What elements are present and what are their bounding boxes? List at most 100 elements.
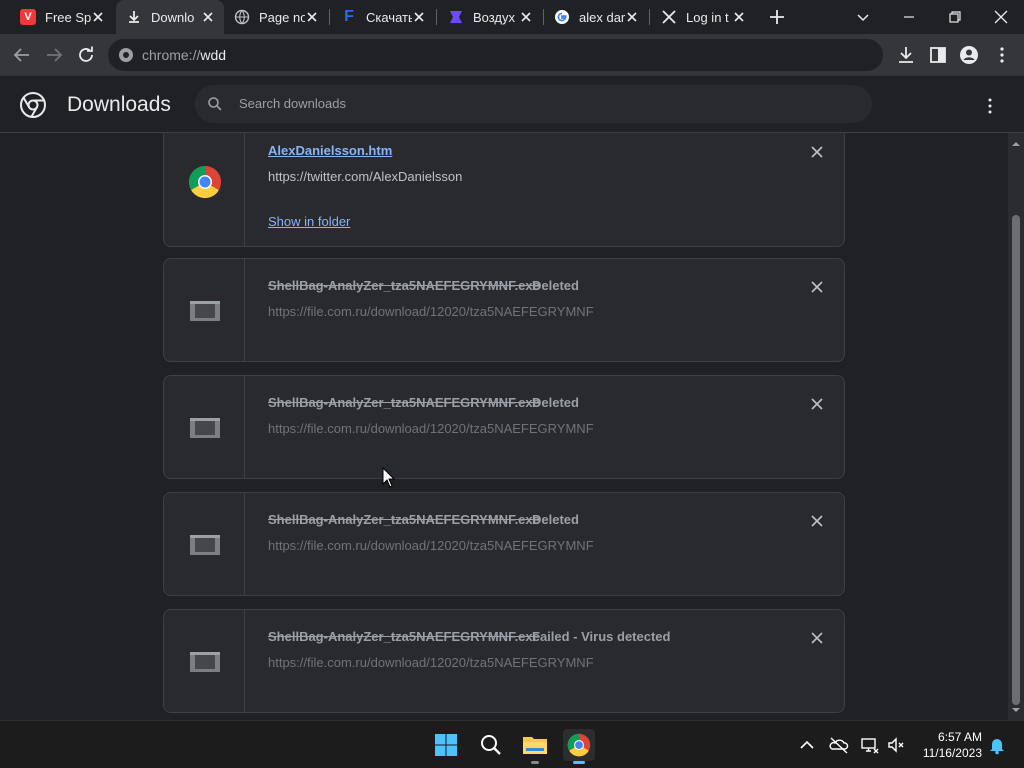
page-title: Downloads (67, 93, 171, 116)
downloads-toolbar-icon[interactable] (895, 44, 917, 66)
minimize-icon[interactable] (898, 6, 920, 28)
tab-vozduh[interactable]: Воздух (438, 0, 542, 34)
file-icon-column (164, 259, 245, 361)
windows-taskbar: 6:57 AM 11/16/2023 (0, 720, 1024, 768)
menu-kebab-icon[interactable] (991, 44, 1013, 66)
active-indicator (573, 761, 585, 764)
download-filename-link[interactable]: AlexDanielsson.htm (268, 143, 392, 158)
download-item: ShellBag-AnalyZer_tza5NAEFEGRYMNF.exe De… (163, 375, 845, 479)
exe-file-icon (190, 652, 220, 672)
download-source-url[interactable]: https://file.com.ru/download/12020/tza5N… (268, 655, 594, 670)
remove-item-icon[interactable] (809, 630, 825, 646)
exe-file-icon (190, 535, 220, 555)
folder-icon (523, 737, 547, 754)
download-item: ShellBag-AnalyZer_tza5NAEFEGRYMNF.exe Fa… (163, 609, 845, 713)
tab-free-sp[interactable]: V Free Sp (10, 0, 114, 34)
downloads-header: Downloads Search downloads (0, 76, 1024, 133)
close-icon[interactable] (411, 9, 427, 25)
download-item: ShellBag-AnalyZer_tza5NAEFEGRYMNF.exe De… (163, 258, 845, 362)
remove-item-icon[interactable] (809, 396, 825, 412)
close-icon[interactable] (624, 9, 640, 25)
omnibox[interactable]: chrome://wdd (108, 39, 883, 71)
back-icon[interactable] (11, 44, 33, 66)
file-explorer-button[interactable] (519, 729, 551, 764)
windows-logo-icon (435, 734, 457, 756)
remove-item-icon[interactable] (809, 279, 825, 295)
notification-bell-icon[interactable] (987, 735, 1007, 755)
tab-page-not-found[interactable]: Page no (224, 0, 328, 34)
f-logo-icon: F (344, 8, 354, 25)
network-icon[interactable] (860, 735, 880, 755)
tab-search-chevron-icon[interactable] (852, 6, 874, 28)
clock-time: 6:57 AM (937, 730, 982, 744)
downloads-menu-icon[interactable] (980, 96, 1000, 116)
system-clock[interactable]: 6:57 AM 11/16/2023 (916, 729, 982, 761)
download-source-url[interactable]: https://file.com.ru/download/12020/tza5N… (268, 421, 594, 436)
x-logo-icon (662, 10, 676, 24)
download-icon (129, 11, 139, 23)
onedrive-offline-icon[interactable] (829, 735, 849, 755)
page-scrollbar[interactable] (1008, 133, 1024, 720)
download-status: Deleted (532, 512, 579, 527)
mouse-cursor-icon (382, 467, 396, 488)
volume-muted-icon[interactable] (886, 735, 906, 755)
search-icon (481, 735, 501, 755)
scroll-up-icon[interactable] (1011, 139, 1021, 149)
download-source-url[interactable]: https://file.com.ru/download/12020/tza5N… (268, 304, 594, 319)
close-window-icon[interactable] (990, 6, 1012, 28)
search-icon (208, 97, 222, 111)
side-panel-icon[interactable] (927, 44, 949, 66)
scroll-down-icon[interactable] (1011, 705, 1021, 715)
exe-file-icon (190, 301, 220, 321)
tab-separator (329, 9, 330, 25)
show-in-folder-link[interactable]: Show in folder (268, 214, 350, 229)
clock-date: 11/16/2023 (922, 746, 982, 760)
scrollbar-thumb[interactable] (1012, 215, 1020, 705)
browser-toolbar: chrome://wdd (0, 34, 1024, 76)
download-filename: ShellBag-AnalyZer_tza5NAEFEGRYMNF.exe (268, 395, 540, 410)
tab-separator (436, 9, 437, 25)
start-button[interactable] (430, 729, 462, 761)
restore-icon[interactable] (944, 6, 966, 28)
taskbar-search-button[interactable] (475, 729, 507, 761)
remove-item-icon[interactable] (809, 144, 825, 160)
close-icon[interactable] (731, 9, 747, 25)
tray-chevron-up-icon[interactable] (797, 735, 817, 755)
tab-log-in[interactable]: Log in t (651, 0, 755, 34)
chrome-logo-icon (20, 92, 46, 118)
running-indicator (531, 761, 539, 764)
download-item: AlexDanielsson.htm https://twitter.com/A… (163, 133, 845, 247)
close-icon[interactable] (304, 9, 320, 25)
globe-icon (234, 9, 250, 25)
download-filename: ShellBag-AnalyZer_tza5NAEFEGRYMNF.exe (268, 512, 540, 527)
close-icon[interactable] (200, 9, 216, 25)
tab-alex-dan[interactable]: alex dar (544, 0, 648, 34)
chrome-taskbar-button[interactable] (563, 729, 595, 764)
tab-downloads[interactable]: Downlo (116, 0, 224, 34)
forward-icon[interactable] (43, 44, 65, 66)
search-placeholder: Search downloads (239, 96, 346, 111)
reload-icon[interactable] (75, 44, 97, 66)
tab-separator (649, 9, 650, 25)
profile-icon[interactable] (958, 44, 980, 66)
new-tab-icon[interactable] (767, 7, 787, 27)
remove-item-icon[interactable] (809, 513, 825, 529)
exe-file-icon (190, 418, 220, 438)
download-item: ShellBag-AnalyZer_tza5NAEFEGRYMNF.exe De… (163, 492, 845, 596)
search-downloads-input[interactable]: Search downloads (195, 85, 872, 123)
file-icon-column (164, 610, 245, 712)
download-source-url[interactable]: https://file.com.ru/download/12020/tza5N… (268, 538, 594, 553)
omnibox-url: chrome://wdd (142, 47, 227, 63)
chrome-icon (567, 733, 591, 757)
chrome-page-icon (119, 48, 133, 62)
close-icon[interactable] (518, 9, 534, 25)
file-icon-column (164, 133, 245, 246)
download-filename: ShellBag-AnalyZer_tza5NAEFEGRYMNF.exe (268, 629, 540, 644)
tab-skachat[interactable]: F Скачать (331, 0, 435, 34)
download-source-url[interactable]: https://twitter.com/AlexDanielsson (268, 169, 462, 184)
chrome-file-icon (188, 165, 222, 199)
close-icon[interactable] (90, 9, 106, 25)
download-status: Deleted (532, 278, 579, 293)
file-icon-column (164, 376, 245, 478)
tab-strip: V Free Sp Downlo Page no F Скачать Возду… (0, 0, 1024, 34)
